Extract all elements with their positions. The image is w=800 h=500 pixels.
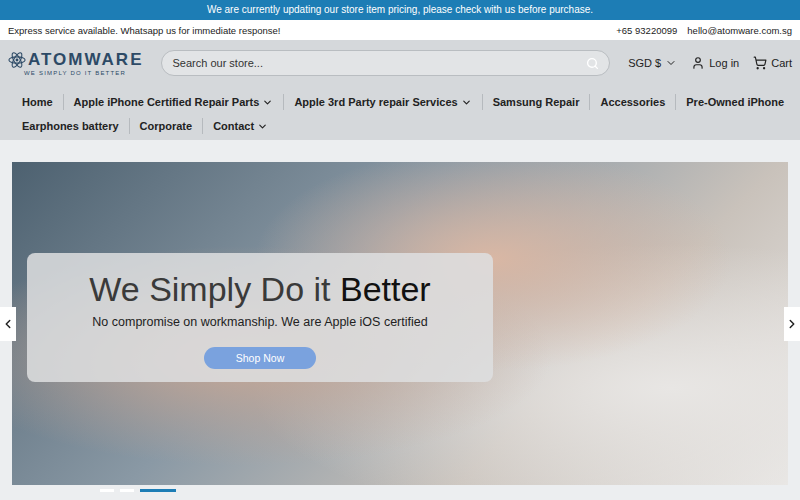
next-slide-button[interactable] bbox=[784, 307, 800, 341]
nav-item[interactable]: Home bbox=[12, 94, 63, 110]
nav-item[interactable]: Apple 3rd Party repair Services bbox=[283, 94, 481, 110]
logo[interactable]: ATOMWAREWE SIMPLY DO IT BETTER bbox=[8, 50, 143, 76]
nav-item[interactable]: Apple iPhone Certified Repair Parts bbox=[63, 94, 284, 110]
nav-item[interactable]: Contact bbox=[202, 118, 278, 134]
shop-now-button[interactable]: Shop Now bbox=[204, 347, 316, 369]
nav-item[interactable]: Samsung Repair bbox=[482, 94, 590, 110]
chevron-down-icon bbox=[257, 121, 268, 132]
slide-indicator[interactable] bbox=[100, 489, 114, 492]
cart-link[interactable]: Cart bbox=[753, 56, 792, 70]
nav-item[interactable]: Accessories bbox=[589, 94, 675, 110]
page: We are currently updating our store item… bbox=[0, 0, 800, 500]
currency-selector[interactable]: SGD $ bbox=[628, 57, 677, 69]
chevron-left-icon bbox=[1, 317, 15, 331]
phone-link[interactable]: +65 93220099 bbox=[616, 25, 677, 36]
header: ATOMWAREWE SIMPLY DO IT BETTER Search our… bbox=[0, 40, 800, 140]
login-link[interactable]: Log in bbox=[691, 56, 739, 70]
cart-icon bbox=[753, 56, 767, 70]
nav-item[interactable]: Pre-Owned iPhone bbox=[675, 94, 794, 110]
top-bar: Express service available. Whatsapp us f… bbox=[0, 20, 800, 40]
hero-slider: We Simply Do it Better No compromise on w… bbox=[12, 162, 788, 485]
logo-name: ATOMWARE bbox=[28, 50, 143, 70]
nav-row: Earphones batteryCorporateContact bbox=[12, 114, 788, 138]
logo-tagline: WE SIMPLY DO IT BETTER bbox=[24, 70, 126, 76]
search-placeholder: Search our store... bbox=[172, 57, 586, 69]
nav-item[interactable]: Earphones battery bbox=[12, 118, 129, 134]
chevron-down-icon bbox=[665, 57, 677, 69]
main-nav: HomeApple iPhone Certified Repair PartsA… bbox=[8, 76, 792, 138]
user-icon bbox=[691, 56, 705, 70]
chevron-down-icon bbox=[461, 97, 472, 108]
hero-caption: We Simply Do it Better No compromise on w… bbox=[27, 253, 493, 382]
hero-title: We Simply Do it Better bbox=[89, 269, 430, 309]
search-field[interactable]: Search our store... bbox=[161, 50, 610, 76]
email-link[interactable]: hello@atomware.com.sg bbox=[687, 25, 792, 36]
chevron-right-icon bbox=[785, 317, 799, 331]
hero-subtitle: No compromise on workmanship. We are App… bbox=[92, 315, 427, 329]
atom-logo-icon bbox=[8, 51, 26, 69]
express-notice: Express service available. Whatsapp us f… bbox=[8, 25, 280, 36]
nav-row: HomeApple iPhone Certified Repair PartsA… bbox=[12, 90, 788, 114]
slide-indicator[interactable] bbox=[140, 489, 176, 492]
nav-item[interactable]: Corporate bbox=[129, 118, 203, 134]
prev-slide-button[interactable] bbox=[0, 307, 16, 341]
slide-indicators bbox=[12, 489, 788, 492]
slide-indicator[interactable] bbox=[120, 489, 134, 492]
chevron-down-icon bbox=[262, 97, 273, 108]
announcement-bar: We are currently updating our store item… bbox=[0, 0, 800, 20]
search-icon[interactable] bbox=[586, 57, 599, 70]
